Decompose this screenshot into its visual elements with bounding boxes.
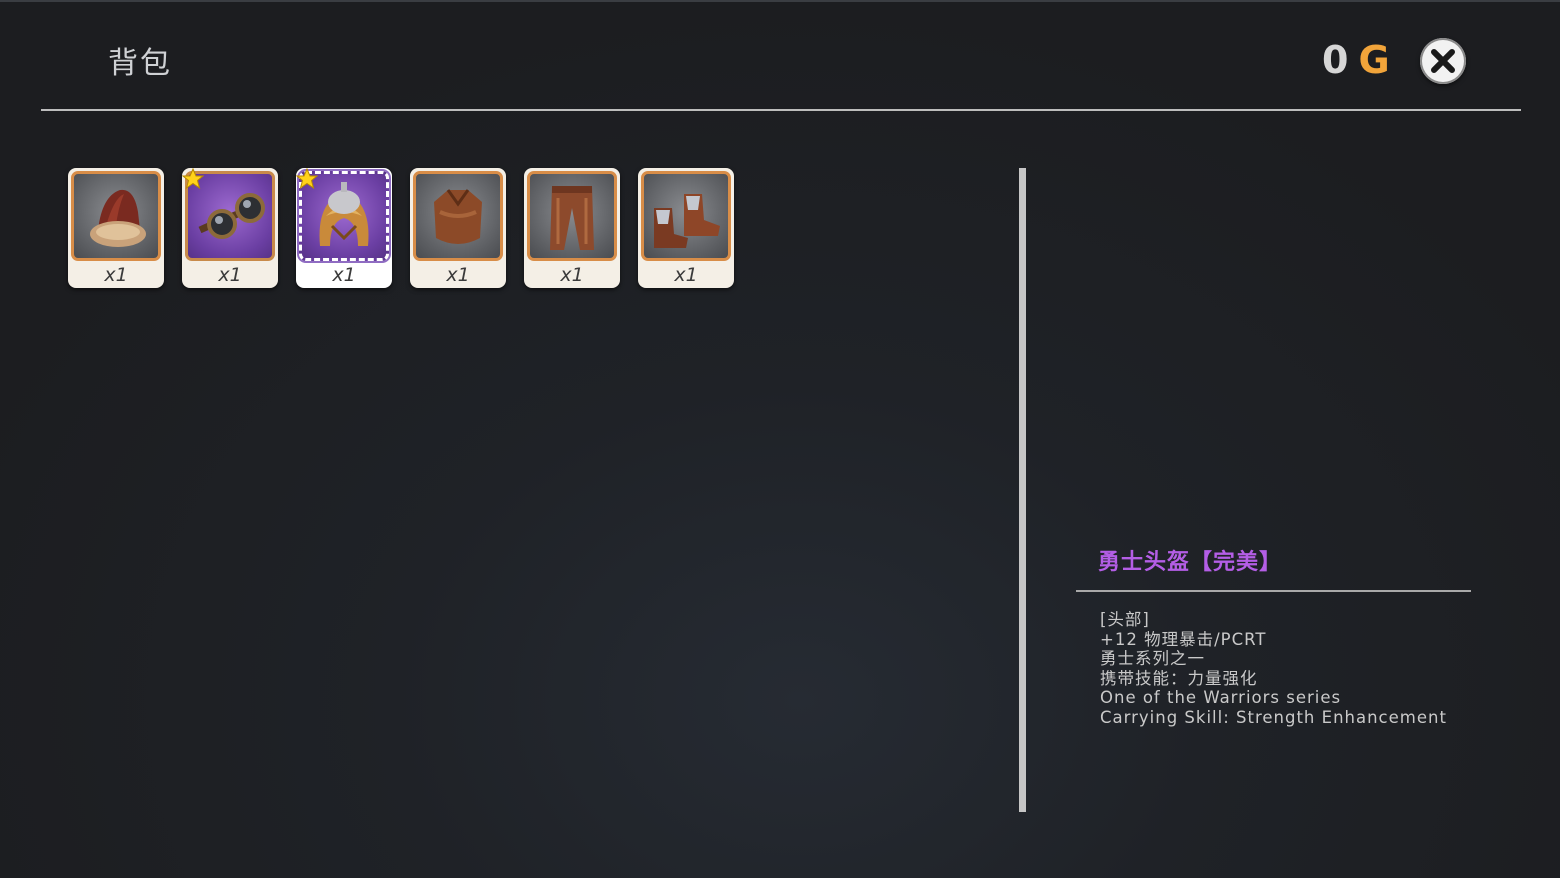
item-detail-stat: +12 物理暴击/PCRT bbox=[1100, 629, 1267, 649]
gold-unit: G bbox=[1358, 38, 1392, 82]
inventory-slot-leather-armor[interactable]: x1 bbox=[410, 168, 506, 288]
fur-hat-icon bbox=[90, 189, 146, 247]
item-quantity: x1 bbox=[674, 264, 698, 286]
inventory-slot-leather-pants[interactable]: x1 bbox=[524, 168, 620, 288]
panel-divider bbox=[1019, 168, 1026, 812]
inventory-slot-leather-boots[interactable]: x1 bbox=[638, 168, 734, 288]
item-detail-description: [头部] +12 物理暴击/PCRT 勇士系列之一 携带技能：力量强化 One … bbox=[1100, 610, 1447, 728]
item-quantity: x1 bbox=[560, 264, 584, 286]
header-divider bbox=[41, 109, 1521, 111]
item-detail-series-en: One of the Warriors series bbox=[1100, 688, 1342, 708]
item-detail-skill-en: Carrying Skill: Strength Enhancement bbox=[1100, 707, 1447, 727]
item-detail-divider bbox=[1076, 590, 1471, 592]
item-detail-series-cn: 勇士系列之一 bbox=[1100, 649, 1205, 669]
item-quantity: x1 bbox=[218, 264, 242, 286]
inventory-slot-warrior-helmet[interactable]: x1 bbox=[296, 168, 392, 288]
gold-counter: 0G bbox=[1322, 38, 1392, 82]
item-detail-name: 勇士头盔【完美】 bbox=[1098, 550, 1283, 575]
item-quantity: x1 bbox=[446, 264, 470, 286]
star-icon bbox=[296, 168, 318, 190]
leather-pants-icon bbox=[550, 186, 594, 250]
close-icon bbox=[1431, 49, 1455, 73]
item-detail-skill-cn: 携带技能：力量强化 bbox=[1100, 668, 1258, 688]
inventory-slot-fur-hat[interactable]: x1 bbox=[68, 168, 164, 288]
leather-boots-icon bbox=[654, 194, 720, 248]
inventory-slot-goggles[interactable]: x1 bbox=[182, 168, 278, 288]
page-title: 背包 bbox=[108, 46, 172, 81]
item-quantity: x1 bbox=[332, 264, 356, 286]
item-detail-slot: [头部] bbox=[1100, 610, 1150, 629]
item-quantity: x1 bbox=[104, 264, 128, 286]
top-edge bbox=[0, 0, 1560, 2]
gold-amount: 0 bbox=[1322, 38, 1351, 82]
close-button[interactable] bbox=[1420, 38, 1466, 84]
leather-armor-icon bbox=[434, 189, 482, 244]
star-icon bbox=[182, 168, 204, 190]
